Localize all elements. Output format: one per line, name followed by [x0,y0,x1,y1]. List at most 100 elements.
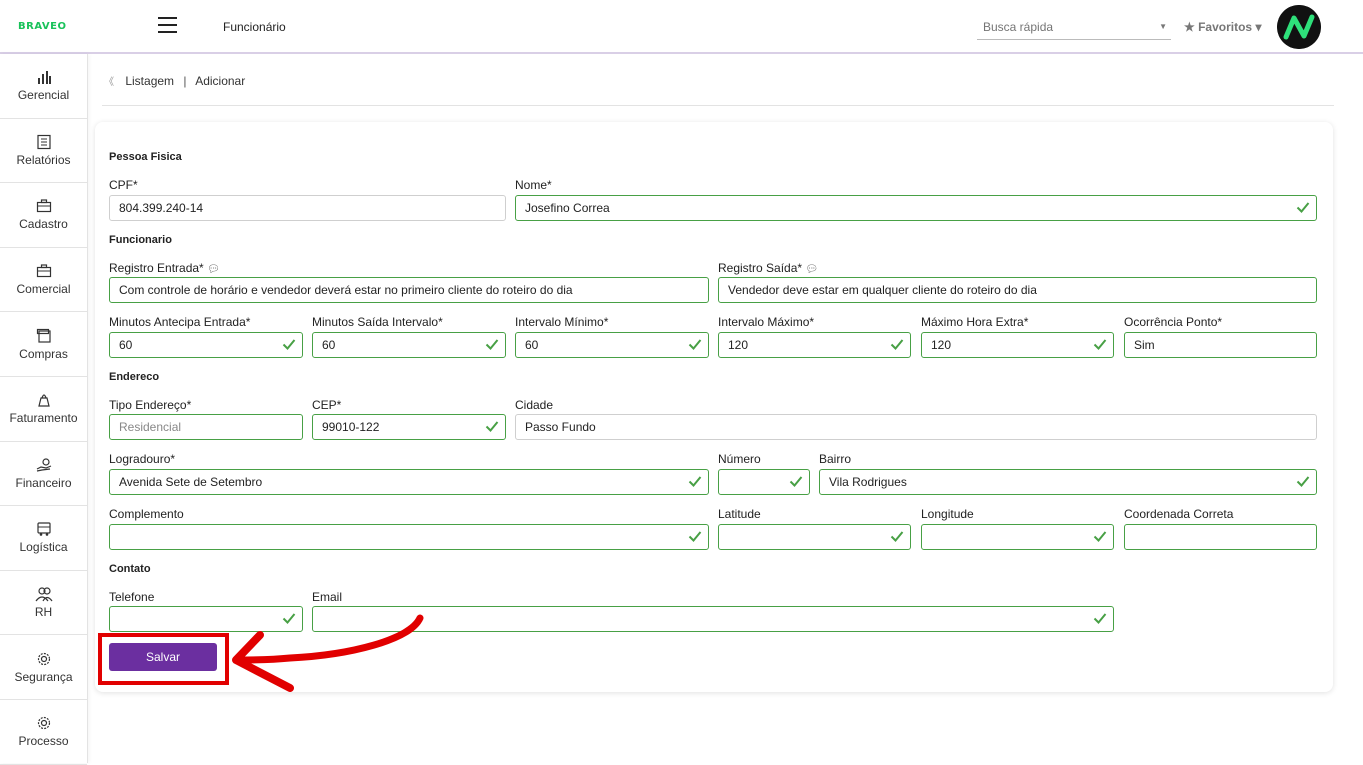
braveo-logo[interactable]: BRAVEO [18,21,66,32]
nome-field[interactable]: Josefino Correa [515,195,1317,221]
registro-saida-label: Registro Saída* 💬︎ [718,261,818,275]
logradouro-label: Logradouro* [109,452,176,466]
registro-saida-field[interactable]: Vendedor deve estar em qualquer cliente … [718,277,1317,303]
registro-saida-label-text: Registro Saída* [718,261,803,275]
cep-field[interactable]: 99010-122 [312,414,506,440]
quick-search[interactable]: ▼ [977,16,1171,40]
maximo-hora-extra-label: Máximo Hora Extra* [921,315,1029,329]
divider [102,105,1334,106]
check-icon [1093,611,1107,625]
intervalo-minimo-field[interactable]: 60 [515,332,709,358]
registro-entrada-label-text: Registro Entrada* [109,261,204,275]
sidebar-item-label: Comercial [16,282,71,297]
longitude-label: Longitude [921,507,974,521]
sidebar-item-cadastro[interactable]: Cadastro [0,183,87,248]
sidebar-item-label: Relatórios [16,152,71,167]
cart-icon [36,328,52,346]
bag-icon [36,392,52,410]
cep-label: CEP* [312,398,342,412]
menu-icon[interactable] [158,17,177,33]
sidebar-item-label: Processo [18,734,69,749]
email-field[interactable] [312,606,1114,632]
numero-field[interactable] [718,469,810,495]
minutos-antecipa-value: 60 [119,338,133,352]
search-input[interactable] [977,16,1152,38]
sidebar-item-financeiro[interactable]: Financeiro [0,442,87,507]
avatar[interactable] [1277,5,1321,49]
check-icon [282,337,296,351]
gear-icon [36,651,52,669]
sidebar-item-processo[interactable]: Processo [0,700,87,765]
chevron-down-icon[interactable]: ▼ [1159,22,1167,31]
sidebar-item-label: Cadastro [19,217,68,232]
complemento-label: Complemento [109,507,184,521]
annotation-arrow [232,614,424,692]
intervalo-maximo-field[interactable]: 120 [718,332,911,358]
breadcrumb-separator: | [183,74,187,88]
nome-value: Josefino Correa [525,201,610,215]
sidebar-item-label: Gerencial [17,88,70,103]
favorites-menu[interactable]: ★ Favoritos ▾ [1184,20,1261,34]
sidebar-item-label: Logística [19,540,68,555]
check-icon [1093,337,1107,351]
maximo-hora-extra-value: 120 [931,338,952,352]
sidebar-item-label: Segurança [14,669,73,684]
registro-entrada-field[interactable]: Com controle de horário e vendedor dever… [109,277,709,303]
briefcase-icon [36,263,52,281]
minutos-saida-value: 60 [322,338,336,352]
back-icon[interactable]: 《 [104,77,114,88]
sidebar-item-seguranca[interactable]: Segurança [0,635,87,700]
check-icon [485,337,499,351]
maximo-hora-extra-field[interactable]: 120 [921,332,1114,358]
intervalo-minimo-label: Intervalo Mínimo* [515,315,609,329]
cpf-field[interactable]: 804.399.240-14 [109,195,506,221]
gear-icon [36,715,52,733]
coordenada-correta-field[interactable] [1124,524,1317,550]
sidebar-item-compras[interactable]: Compras [0,312,87,377]
comment-icon[interactable]: 💬︎ [207,264,220,275]
sidebar-item-gerencial[interactable]: Gerencial [0,54,87,119]
truck-icon [36,521,52,539]
check-icon [1093,529,1107,543]
latitude-label: Latitude [718,507,761,521]
minutos-saida-label: Minutos Saída Intervalo* [312,315,443,329]
check-icon [890,529,904,543]
cidade-label: Cidade [515,398,554,412]
section-endereco: Endereco [109,371,160,383]
ocorrencia-ponto-field[interactable]: Sim [1124,332,1317,358]
minutos-saida-field[interactable]: 60 [312,332,506,358]
comment-icon[interactable]: 💬︎ [805,264,818,275]
cpf-label: CPF* [109,178,138,192]
logradouro-value: Avenida Sete de Setembro [119,475,263,489]
check-icon [1296,474,1310,488]
sidebar-item-faturamento[interactable]: Faturamento [0,377,87,442]
latitude-field[interactable] [718,524,911,550]
check-icon [688,529,702,543]
sidebar-item-comercial[interactable]: Comercial [0,248,87,313]
check-icon [1296,200,1310,214]
sidebar-item-label: Faturamento [9,411,78,426]
complemento-field[interactable] [109,524,709,550]
registro-entrada-label: Registro Entrada* 💬︎ [109,261,220,275]
cidade-field[interactable]: Passo Fundo [515,414,1317,440]
page-title: Funcionário [223,20,286,34]
logradouro-field[interactable]: Avenida Sete de Setembro [109,469,709,495]
sidebar-item-relatorios[interactable]: Relatórios [0,119,87,184]
intervalo-minimo-value: 60 [525,338,539,352]
bairro-field[interactable]: Vila Rodrigues [819,469,1317,495]
sidebar-item-label: RH [34,605,53,620]
cep-value: 99010-122 [322,420,380,434]
breadcrumb-listagem[interactable]: Listagem [125,74,174,88]
sidebar-item-rh[interactable]: RH [0,571,87,636]
top-bar: BRAVEO Funcionário ▼ ★ Favoritos ▾ [0,0,1363,54]
highlight-box [98,633,229,685]
sidebar: Gerencial Relatórios Cadastro Comercial … [0,54,88,765]
minutos-antecipa-field[interactable]: 60 [109,332,303,358]
longitude-field[interactable] [921,524,1114,550]
bairro-value: Vila Rodrigues [829,475,907,489]
section-pessoa-fisica: Pessoa Fisica [109,151,182,163]
email-label: Email [312,590,343,604]
briefcase-icon [36,198,52,216]
tipo-endereco-field[interactable]: Residencial [109,414,303,440]
sidebar-item-logistica[interactable]: Logística [0,506,87,571]
